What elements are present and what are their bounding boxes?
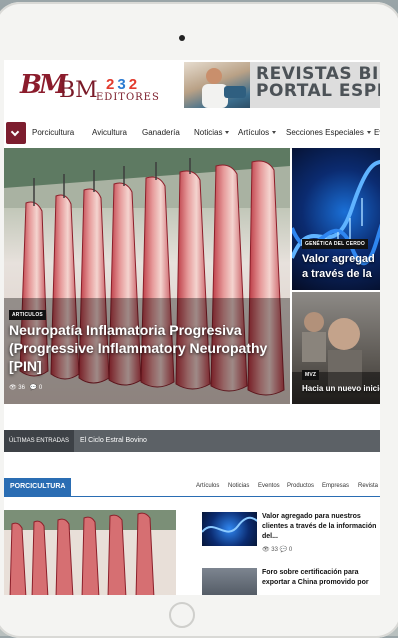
side-feature-title-line-2: a través de la [302,268,372,280]
front-camera [179,35,185,41]
section-tab-productos[interactable]: Productos [287,483,314,489]
nav-item-secciones-label: Secciones Especiales [286,128,364,137]
nav-item-noticias-label: Noticias [194,128,223,137]
porcicultura-section-header: PORCICULTURA Artículos Noticias Eventos … [4,478,380,497]
hero-comments: 0 [38,385,43,391]
hero-category-tag[interactable]: ARTICULOS [9,310,46,320]
ticker-link[interactable]: El Ciclo Estral Bovino [80,430,147,452]
section-tab-revista[interactable]: Revista [358,483,378,489]
hero-meta: 👁 36 💬 0 [9,384,42,391]
nav-item-porcicultura[interactable]: Porcicultura [32,128,74,137]
screen: BM BM 232 EDITORES REVISTAS BIME PORTAL … [4,60,380,595]
logo-subtext: EDITORES [96,92,160,103]
logo-dots: 232 [106,76,141,93]
banner-text: REVISTAS BIME PORTAL ESPEC [256,66,380,100]
list-item-views: 33 [271,547,278,553]
logo-text: BM [59,78,98,103]
nav-item-secciones[interactable]: Secciones Especiales [286,128,371,137]
nav-item-articulos-label: Artículos [238,128,270,137]
list-item-title[interactable]: Foro sobre certificación para exportar a… [262,568,380,588]
ticker-label: ÚLTIMAS ENTRADAS [4,430,74,452]
side-feature-mvz-title[interactable]: Hacia un nuevo inicio [302,384,380,393]
nav-item-noticias[interactable]: Noticias [194,128,230,137]
list-item-comments: 0 [288,547,293,553]
home-hardware-button[interactable] [169,602,195,628]
section-tab-eventos[interactable]: Eventos [258,483,280,489]
latest-entries-ticker: ÚLTIMAS ENTRADAS El Ciclo Estral Bovino [4,430,380,452]
tablet-frame: BM BM 232 EDITORES REVISTAS BIME PORTAL … [0,2,398,638]
header-banner-ad[interactable]: REVISTAS BIME PORTAL ESPEC [184,62,380,108]
certification-thumbnail [202,568,257,595]
section-lead-image[interactable] [4,510,176,595]
meat-carcasses-thumbnail [4,510,176,595]
home-button[interactable] [6,122,26,144]
section-tab-empresas[interactable]: Empresas [322,483,349,489]
hero-title[interactable]: Neuropatía Inflamatoria Progresiva (Prog… [9,321,279,375]
section-tab-articulos[interactable]: Artículos [196,483,219,489]
list-item[interactable]: Valor agregado para nuestros clientes a … [201,512,380,553]
side-feature-mvz-tag[interactable]: MVZ [302,370,320,380]
chevron-down-icon [225,131,230,134]
dna-thumbnail [201,512,263,546]
chevron-down-icon [366,131,371,134]
nav-item-eventos[interactable]: Ev [374,128,380,137]
list-item-title[interactable]: Valor agregado para nuestros clientes a … [262,512,380,542]
side-feature-genetica[interactable]: GENÉTICA DEL CERDO Valor agregad a travé… [292,148,380,290]
nav-item-avicultura[interactable]: Avicultura [92,128,127,137]
side-feature-tag[interactable]: GENÉTICA DEL CERDO [302,239,368,249]
list-item[interactable]: Foro sobre certificación para exportar a… [202,568,380,595]
section-tab-noticias[interactable]: Noticias [228,483,249,489]
nav-item-ganaderia[interactable]: Ganadería [142,128,180,137]
side-feature-title[interactable]: Valor agregad a través de la [302,252,375,282]
list-item-meta: 👁 33 💬 0 [262,546,292,553]
eye-icon: 👁 [9,385,17,391]
banner-person-illustration [202,68,246,108]
section-label[interactable]: PORCICULTURA [4,478,72,496]
comment-icon: 💬 [279,547,288,553]
side-feature-mvz[interactable]: MVZ Hacia un nuevo inicio [292,292,380,404]
banner-line-2: PORTAL ESPEC [256,81,380,101]
main-nav: Porcicultura Avicultura Ganadería Notici… [4,118,380,149]
hero-views: 36 [18,385,25,391]
banner-photo [184,62,250,108]
dna-thumbnail-art [201,516,263,533]
side-feature-title-line-1: Valor agregad [302,253,375,265]
eye-icon: 👁 [262,547,270,553]
hero-article[interactable]: ARTICULOS Neuropatía Inflamatoria Progre… [4,148,290,404]
comment-icon: 💬 [29,385,38,391]
nav-item-articulos[interactable]: Artículos [238,128,277,137]
site-header: BM BM 232 EDITORES REVISTAS BIME PORTAL … [4,60,380,115]
site-logo[interactable]: BM BM 232 EDITORES [14,68,184,108]
chevron-down-icon [272,131,277,134]
